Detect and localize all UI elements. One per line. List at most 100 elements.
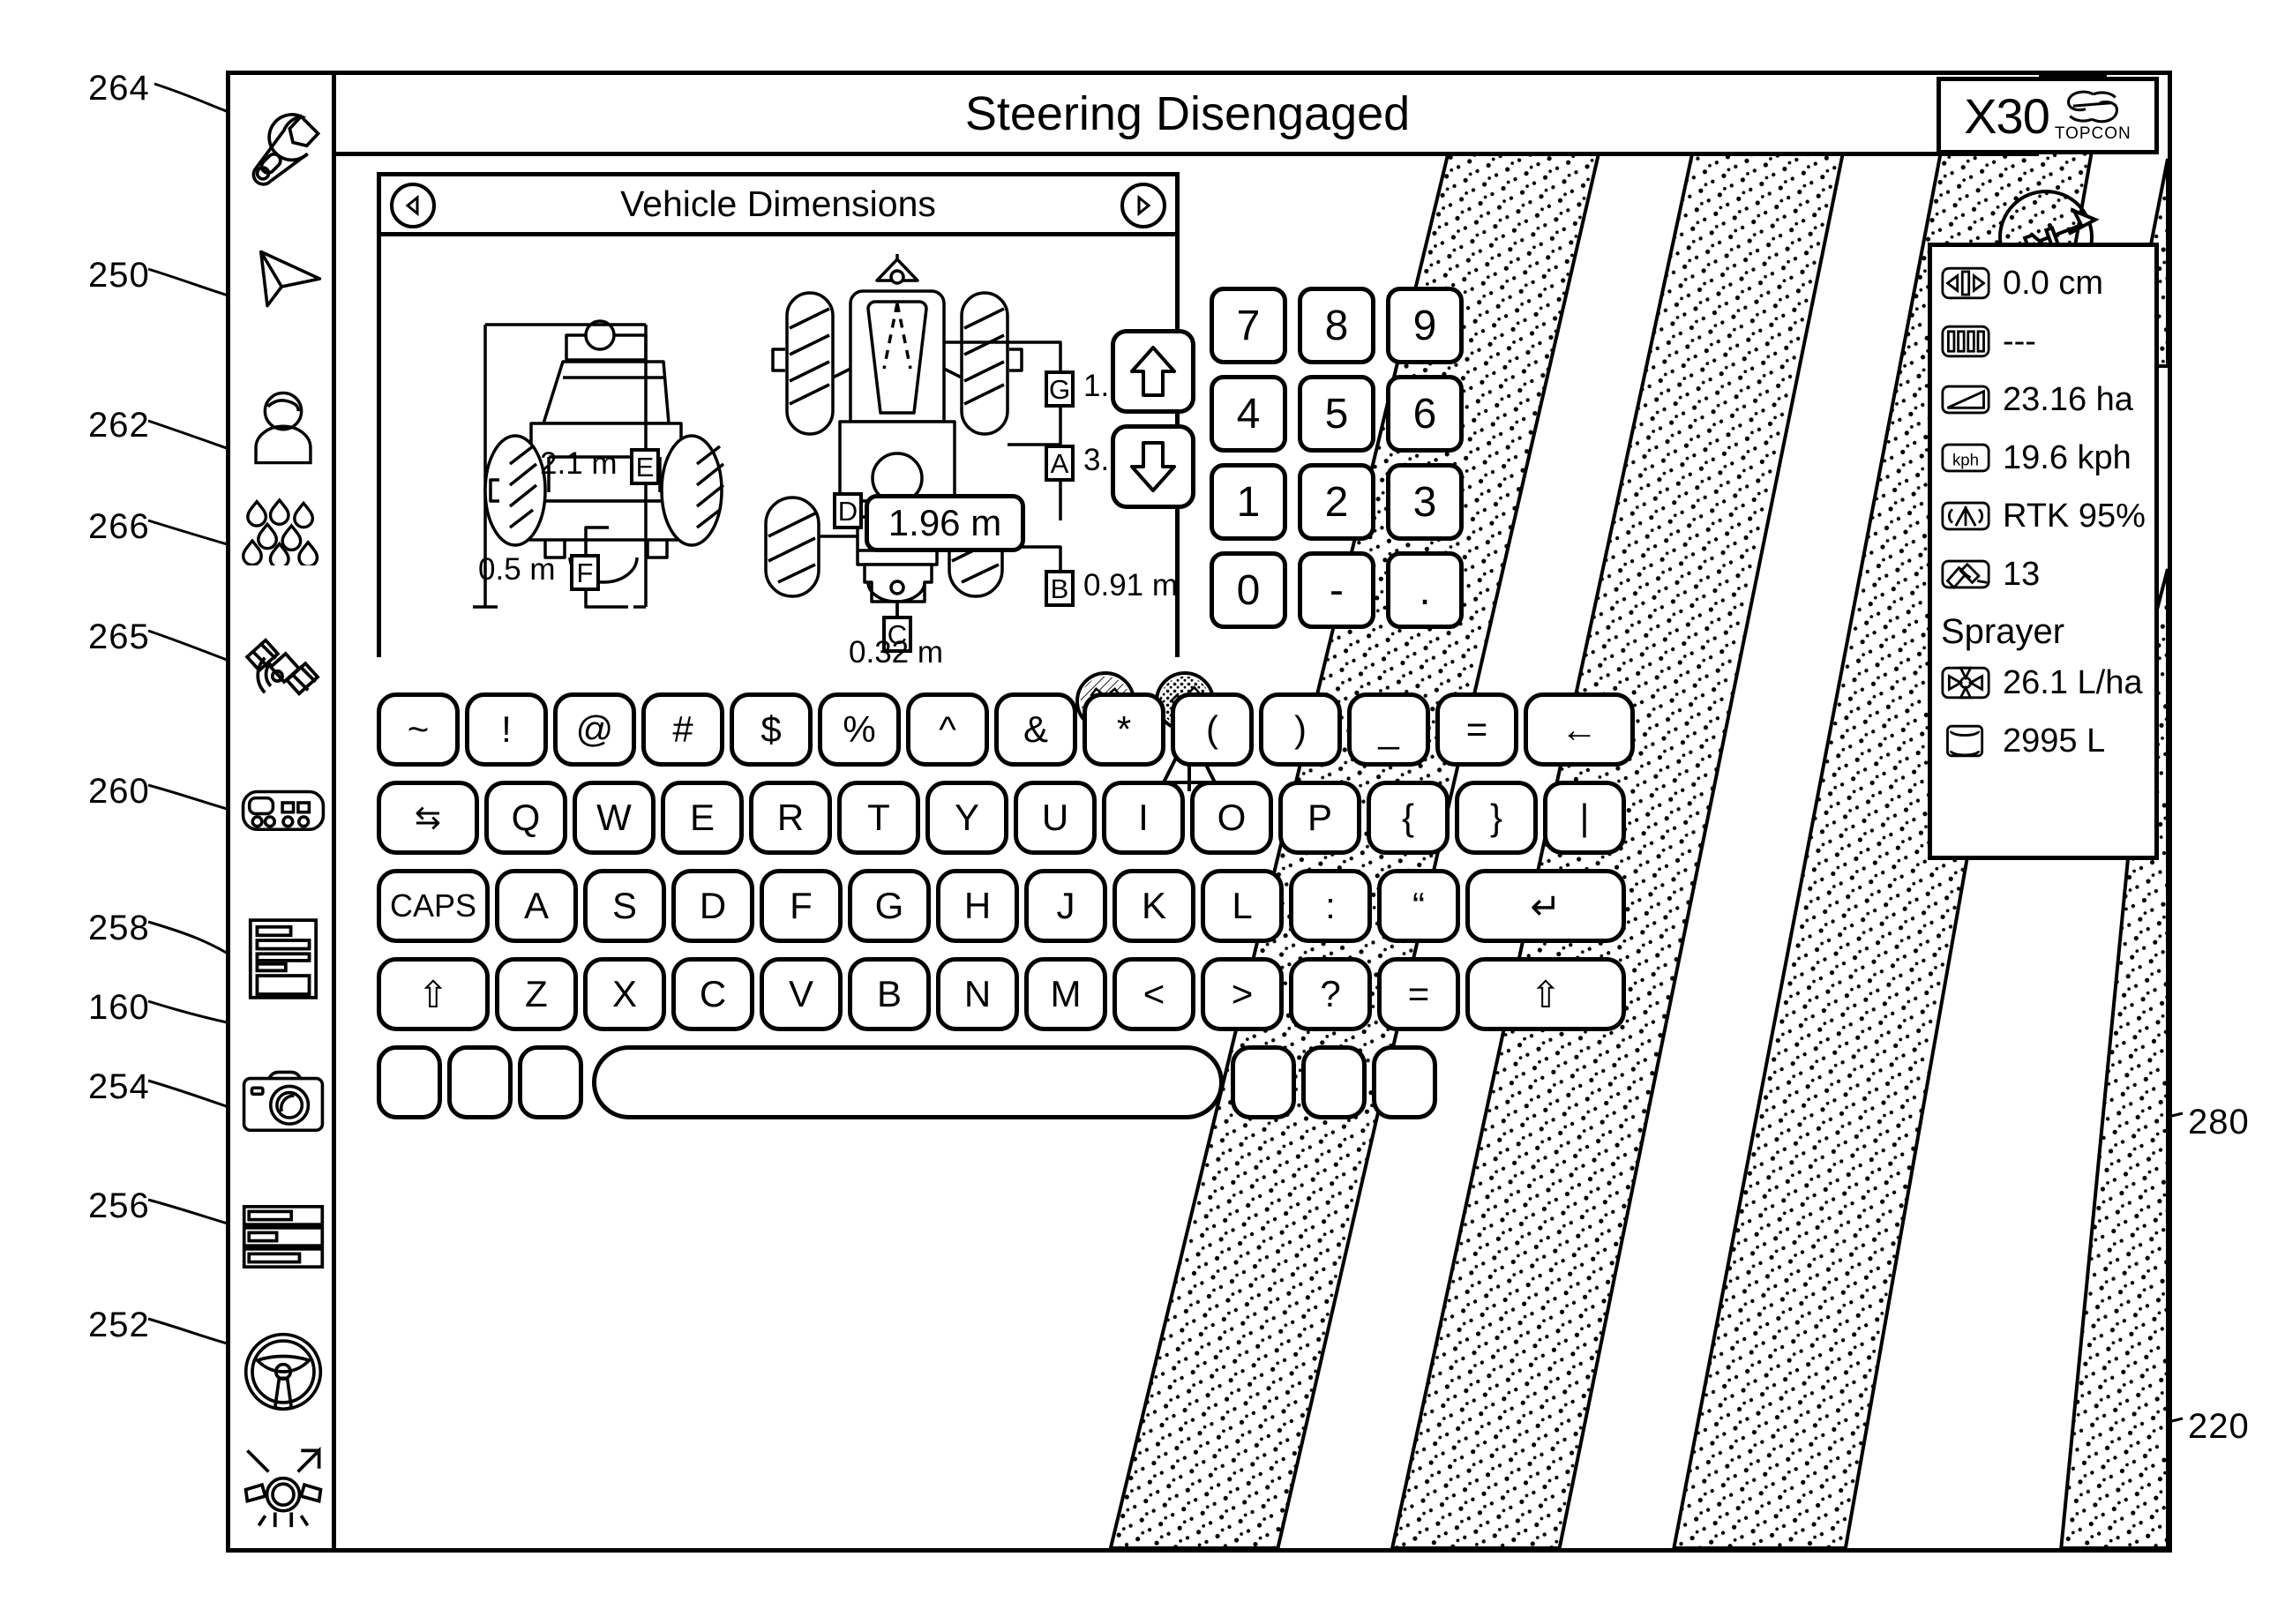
key-shift-left[interactable]: ⇧ — [377, 957, 490, 1031]
key-underscore[interactable]: _ — [1347, 692, 1430, 767]
next-page-button[interactable] — [1120, 183, 1166, 228]
key-space[interactable] — [592, 1045, 1224, 1119]
model-label: X30 — [1964, 87, 2050, 144]
prev-page-button[interactable] — [390, 183, 436, 228]
sidebar-item-guidance[interactable] — [237, 236, 329, 322]
key-quote[interactable]: “ — [1377, 869, 1460, 943]
key-e[interactable]: E — [661, 781, 744, 855]
key-blank-1[interactable] — [377, 1045, 442, 1119]
sidebar-item-settings[interactable] — [237, 101, 329, 193]
key-h[interactable]: H — [936, 869, 1019, 943]
key-question[interactable]: ? — [1289, 957, 1372, 1031]
key-n[interactable]: N — [936, 957, 1019, 1031]
key-k[interactable]: K — [1113, 869, 1195, 943]
sidebar-item-summary[interactable] — [237, 1202, 329, 1271]
numkey-9[interactable]: 9 — [1386, 287, 1464, 364]
key-u[interactable]: U — [1014, 781, 1097, 855]
vehicle-dimensions-dialog: Vehicle Dimensions G A 3.2 D B 0.91 m C … — [377, 172, 1180, 670]
key-p[interactable]: P — [1278, 781, 1361, 855]
key-equals-top[interactable]: = — [1435, 692, 1518, 767]
key-brace-close[interactable]: } — [1455, 781, 1538, 855]
step-down-button[interactable] — [1111, 424, 1195, 509]
dimension-value-field[interactable]: 1.96 m — [865, 494, 1025, 552]
key-percent[interactable]: % — [818, 692, 901, 767]
list-icon — [242, 1205, 325, 1269]
key-blank-2[interactable] — [447, 1045, 513, 1119]
info-value-offset: 0.0 cm — [2003, 264, 2104, 302]
key-at[interactable]: @ — [553, 692, 636, 767]
numkey-decimal[interactable]: . — [1386, 551, 1464, 629]
chevron-right-icon — [1137, 194, 1151, 217]
numkey-7[interactable]: 7 — [1210, 287, 1287, 364]
key-colon[interactable]: : — [1289, 869, 1372, 943]
key-blank-6[interactable] — [1372, 1045, 1437, 1119]
brand-logo: X30 TOPCON — [1937, 77, 2159, 154]
sidebar-item-console[interactable] — [237, 772, 329, 848]
key-blank-5[interactable] — [1301, 1045, 1367, 1119]
key-hash[interactable]: # — [641, 692, 724, 767]
key-caret[interactable]: ^ — [906, 692, 989, 767]
numkey-4[interactable]: 4 — [1210, 375, 1287, 453]
key-tab[interactable]: ⇆ — [377, 781, 479, 855]
key-q[interactable]: Q — [484, 781, 567, 855]
numkey-8[interactable]: 8 — [1298, 287, 1375, 364]
key-equals[interactable]: = — [1377, 957, 1460, 1031]
key-paren-open[interactable]: ( — [1171, 692, 1254, 767]
key-l[interactable]: L — [1201, 869, 1284, 943]
numkey-1[interactable]: 1 — [1210, 463, 1287, 541]
key-caps[interactable]: CAPS — [377, 869, 490, 943]
dim-key-D: D — [833, 492, 863, 529]
key-g[interactable]: G — [848, 869, 931, 943]
key-enter[interactable]: ↵ — [1465, 869, 1626, 943]
key-pipe[interactable]: | — [1543, 781, 1626, 855]
key-d[interactable]: D — [671, 869, 754, 943]
controller-icon — [241, 790, 326, 832]
key-w[interactable]: W — [573, 781, 656, 855]
dim-key-F: F — [570, 554, 600, 591]
key-z[interactable]: Z — [495, 957, 578, 1031]
key-a[interactable]: A — [495, 869, 578, 943]
key-t[interactable]: T — [837, 781, 920, 855]
key-asterisk[interactable]: * — [1083, 692, 1165, 767]
sidebar-item-camera[interactable] — [237, 1065, 329, 1142]
step-up-button[interactable] — [1111, 329, 1195, 414]
key-dollar[interactable]: $ — [730, 692, 813, 767]
key-blank-4[interactable] — [1231, 1045, 1296, 1119]
key-s[interactable]: S — [583, 869, 666, 943]
key-tilde[interactable]: ~ — [377, 692, 460, 767]
dim-value-C: 0.32 m — [849, 635, 943, 670]
key-greater-than[interactable]: > — [1201, 957, 1284, 1031]
key-ampersand[interactable]: & — [994, 692, 1077, 767]
numkey-2[interactable]: 2 — [1298, 463, 1375, 541]
key-shift-right[interactable]: ⇧ — [1465, 957, 1626, 1031]
key-c[interactable]: C — [671, 957, 754, 1031]
sidebar-item-gnss[interactable] — [237, 622, 329, 714]
key-less-than[interactable]: < — [1113, 957, 1195, 1031]
key-j[interactable]: J — [1024, 869, 1107, 943]
sidebar-item-implement[interactable] — [237, 1441, 329, 1532]
numkey-0[interactable]: 0 — [1210, 551, 1287, 629]
key-x[interactable]: X — [583, 957, 666, 1031]
key-o[interactable]: O — [1190, 781, 1273, 855]
numkey-3[interactable]: 3 — [1386, 463, 1464, 541]
numkey-6[interactable]: 6 — [1386, 375, 1464, 453]
key-i[interactable]: I — [1102, 781, 1185, 855]
key-m[interactable]: M — [1024, 957, 1107, 1031]
key-paren-close[interactable]: ) — [1259, 692, 1342, 767]
key-blank-3[interactable] — [518, 1045, 583, 1119]
key-v[interactable]: V — [760, 957, 843, 1031]
numkey-5[interactable]: 5 — [1298, 375, 1375, 453]
numkey-minus[interactable]: - — [1298, 551, 1375, 629]
sidebar-item-spraying[interactable] — [237, 490, 329, 573]
sidebar-item-operator[interactable] — [237, 382, 329, 474]
key-exclaim[interactable]: ! — [465, 692, 548, 767]
key-y[interactable]: Y — [925, 781, 1008, 855]
key-brace-open[interactable]: { — [1367, 781, 1450, 855]
sidebar-item-steering[interactable] — [237, 1328, 329, 1416]
key-r[interactable]: R — [749, 781, 832, 855]
key-backspace[interactable]: ← — [1524, 692, 1635, 767]
sidebar-item-job[interactable] — [237, 915, 329, 1003]
key-b[interactable]: B — [848, 957, 931, 1031]
key-f[interactable]: F — [760, 869, 843, 943]
sidebar-icon-rail — [230, 75, 336, 1548]
